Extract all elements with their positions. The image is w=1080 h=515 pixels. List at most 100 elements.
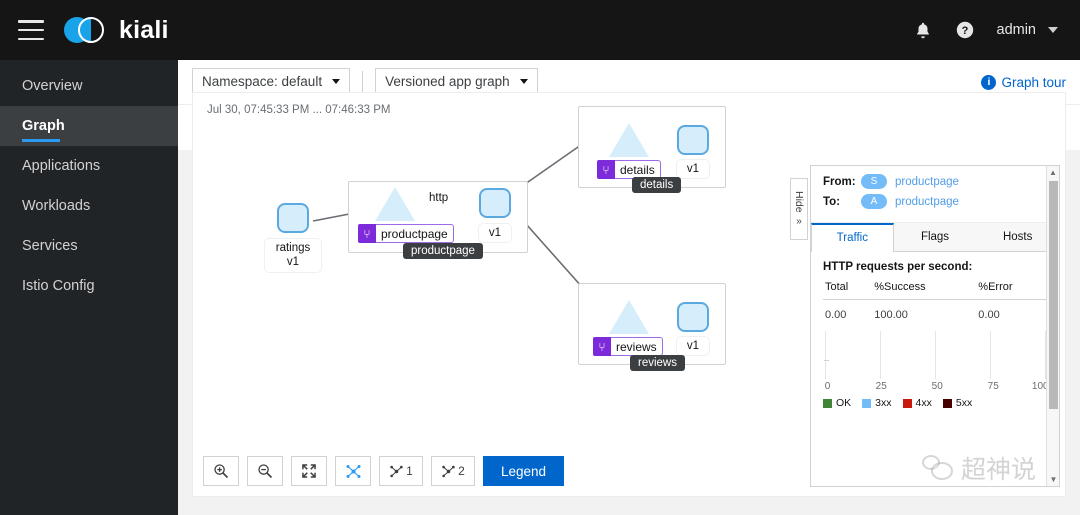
user-menu[interactable]: admin xyxy=(996,22,1058,38)
service-node-reviews[interactable] xyxy=(609,300,649,334)
legend-item-ok[interactable]: OK xyxy=(823,397,851,409)
workload-node-details-v1[interactable] xyxy=(677,125,709,155)
sidebar-item-istio-config[interactable]: Istio Config xyxy=(0,266,178,306)
svg-text:?: ? xyxy=(961,25,968,37)
sidebar-item-graph[interactable]: Graph xyxy=(0,106,178,146)
scrollbar-thumb[interactable] xyxy=(1049,181,1058,409)
kiali-logo-icon xyxy=(64,14,110,46)
hamburger-menu-icon[interactable] xyxy=(18,20,44,40)
virtual-service-badge-icon: ⑂ xyxy=(358,224,376,243)
col-error: %Error xyxy=(976,281,1047,300)
user-name: admin xyxy=(996,22,1037,38)
masthead: kiali ? admin xyxy=(0,0,1080,60)
fit-to-screen-icon[interactable] xyxy=(291,456,327,486)
masthead-actions: ? admin xyxy=(913,20,1080,40)
virtual-service-badge-icon: ⑂ xyxy=(593,337,611,356)
panel-section-title: HTTP requests per second: xyxy=(823,261,973,273)
chevron-down-icon xyxy=(1048,27,1058,33)
to-label: To: xyxy=(823,195,841,208)
hide-panel-label: Hide xyxy=(793,191,805,213)
sidebar-item-label: Istio Config xyxy=(22,278,95,294)
service-label-productpage: ⑂ productpage xyxy=(358,224,454,243)
zoom-in-icon[interactable] xyxy=(203,456,239,486)
x-tick: 75 xyxy=(987,381,999,392)
workload-label-reviews-v1: v1 xyxy=(677,337,709,356)
node-ratings-label: ratings v1 xyxy=(265,239,321,272)
sidebar-item-label: Applications xyxy=(22,158,101,174)
node-ratings[interactable] xyxy=(277,203,309,233)
legend-swatch xyxy=(823,398,832,408)
workload-node-reviews-v1[interactable] xyxy=(677,302,709,332)
from-link[interactable]: productpage xyxy=(895,176,959,188)
chart-gridlines xyxy=(824,331,1046,379)
table-row: 0.00 100.00 0.00 xyxy=(823,300,1047,321)
toolbar-divider xyxy=(362,71,364,93)
group-reviews[interactable]: ⑂ reviews v1 xyxy=(578,283,726,365)
help-icon[interactable]: ? xyxy=(955,20,975,40)
panel-to-row: To: A productpage xyxy=(823,194,1049,209)
sidebar: Overview Graph Applications Workloads Se… xyxy=(0,60,178,515)
from-label: From: xyxy=(823,175,856,188)
service-node-productpage[interactable] xyxy=(375,187,415,221)
tab-flags[interactable]: Flags xyxy=(893,223,977,251)
legend-swatch xyxy=(942,398,952,408)
namespace-dropdown-label: Namespace: default xyxy=(202,74,323,89)
sidebar-item-applications[interactable]: Applications xyxy=(0,146,178,186)
layout-default-icon[interactable] xyxy=(335,456,371,486)
service-node-details[interactable] xyxy=(609,123,649,157)
layout-1-button[interactable]: 1 xyxy=(379,456,423,486)
zoom-out-icon[interactable] xyxy=(247,456,283,486)
legend-label: OK xyxy=(836,397,852,409)
legend-item-4xx[interactable]: 4xx xyxy=(902,397,932,409)
panel-tabs: Traffic Flags Hosts xyxy=(811,223,1060,252)
col-success: %Success xyxy=(872,281,977,300)
edge-label-http: http xyxy=(427,192,451,204)
workload-node-productpage-v1[interactable] xyxy=(479,188,511,218)
from-badge: S xyxy=(861,174,887,189)
table-header-row: Total %Success %Error xyxy=(823,281,1047,300)
layout-2-button[interactable]: 2 xyxy=(431,456,475,486)
scroll-up-arrow-icon[interactable]: ▲ xyxy=(1047,166,1059,179)
tab-traffic[interactable]: Traffic xyxy=(811,223,894,252)
chevron-down-icon xyxy=(332,79,341,84)
group-details[interactable]: ⑂ details v1 xyxy=(578,106,726,188)
graph-controls: 1 2 Legend xyxy=(203,456,565,486)
service-label-text: reviews xyxy=(611,337,663,356)
sidebar-item-label: Overview xyxy=(22,78,83,94)
virtual-service-badge-icon: ⑂ xyxy=(597,160,615,179)
legend-label: 4xx xyxy=(915,397,932,409)
workload-label-productpage-v1: v1 xyxy=(479,224,511,243)
node-ratings-version: v1 xyxy=(286,256,300,269)
legend-button[interactable]: Legend xyxy=(483,456,565,486)
sidebar-item-overview[interactable]: Overview xyxy=(0,66,178,106)
double-chevron-right-icon: » xyxy=(796,215,802,227)
workload-label-details-v1: v1 xyxy=(677,160,709,179)
group-label-productpage: productpage xyxy=(403,243,483,259)
graph-tour-link[interactable]: i Graph tour xyxy=(981,74,1066,90)
traffic-sparkline-chart: 0 25 50 75 100 xyxy=(823,331,1049,393)
layout-1-label: 1 xyxy=(406,464,413,478)
panel-header: From: S productpage To: A productpage xyxy=(811,166,1059,223)
to-badge: A xyxy=(861,194,887,209)
chevron-down-icon xyxy=(519,79,528,84)
legend-item-3xx[interactable]: 3xx xyxy=(862,397,892,409)
graph-type-dropdown-label: Versioned app graph xyxy=(385,74,510,89)
panel-scrollbar[interactable]: ▲ ▼ xyxy=(1046,166,1059,486)
sidebar-item-workloads[interactable]: Workloads xyxy=(0,186,178,226)
graph-tour-label: Graph tour xyxy=(1001,74,1066,90)
bell-icon[interactable] xyxy=(913,20,933,40)
to-link[interactable]: productpage xyxy=(895,196,959,208)
panel-from-row: From: S productpage xyxy=(823,174,1049,189)
x-tick: 25 xyxy=(875,381,887,392)
cell-total: 0.00 xyxy=(825,309,847,321)
brand[interactable]: kiali xyxy=(64,14,169,46)
service-label-reviews: ⑂ reviews xyxy=(593,337,663,356)
sidebar-item-services[interactable]: Services xyxy=(0,226,178,266)
hide-panel-toggle[interactable]: Hide » xyxy=(790,178,808,240)
scroll-down-arrow-icon[interactable]: ▼ xyxy=(1047,473,1060,486)
group-label-details: details xyxy=(632,177,682,193)
cell-success: 100.00 xyxy=(874,309,908,321)
chart-x-tick-labels: 0 25 50 75 100 xyxy=(823,381,1049,393)
legend-item-5xx[interactable]: 5xx xyxy=(942,397,972,409)
rps-table: Total %Success %Error 0.00 100.00 0.00 xyxy=(823,281,1047,321)
